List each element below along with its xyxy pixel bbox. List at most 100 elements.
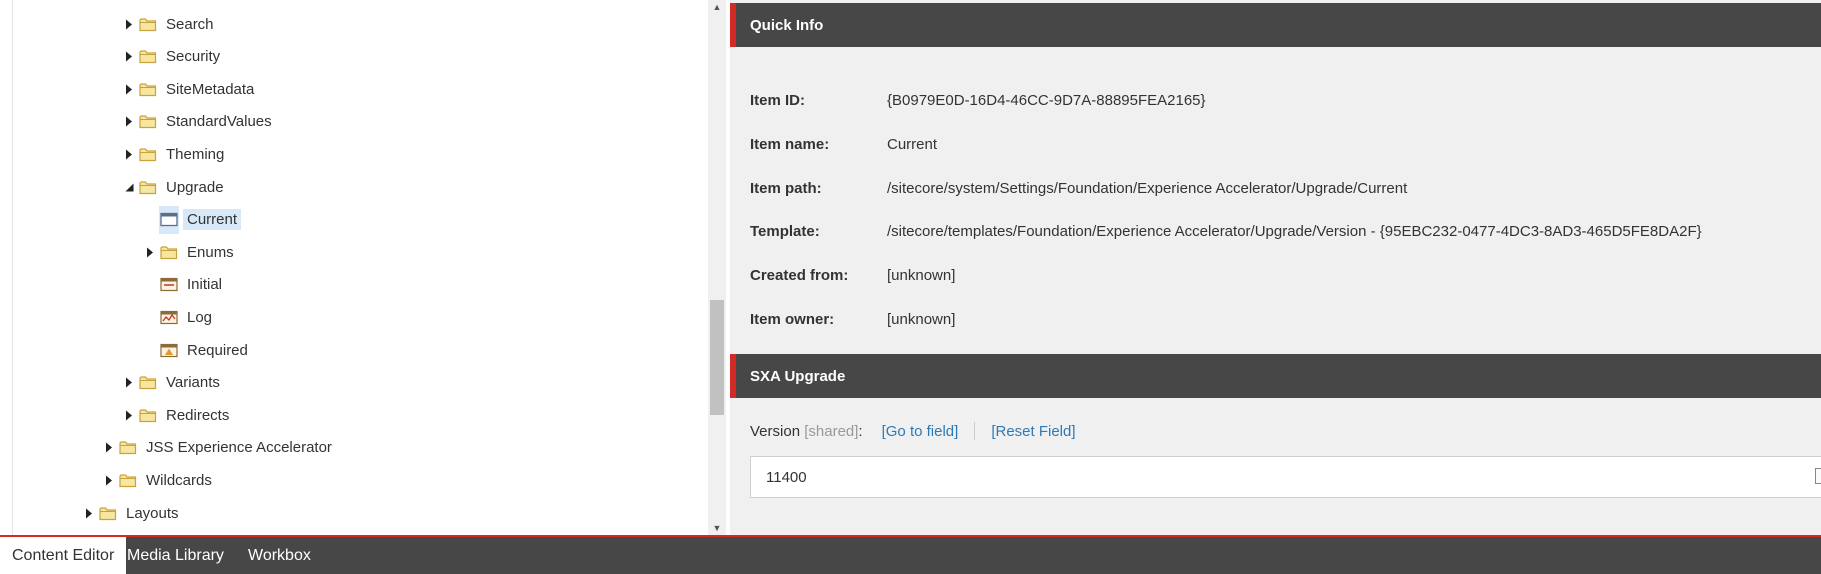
tree-item-label: Security (166, 48, 221, 66)
tree-item-upgrade[interactable]: Upgrade (120, 173, 228, 201)
info-value: /sitecore/templates/Foundation/Experienc… (887, 222, 1702, 240)
folder-icon (118, 466, 138, 494)
tree-item-enums[interactable]: Enums (141, 238, 238, 266)
template-icon (159, 205, 179, 234)
link-separator (974, 422, 976, 440)
expand-arrow-icon[interactable] (80, 499, 98, 527)
info-value: [unknown] (887, 310, 956, 328)
expand-arrow-icon[interactable] (120, 401, 138, 429)
tree-item-search[interactable]: Search (120, 10, 218, 38)
sxa-upgrade-title: SXA Upgrade (750, 367, 846, 385)
expand-arrow-icon[interactable] (120, 43, 138, 71)
shared-tag: [shared] (804, 422, 859, 440)
tree-item-label: JSS Experience Accelerator (146, 439, 332, 457)
info-row-item-owner: Item owner: [unknown] (750, 308, 955, 330)
expand-arrow-icon[interactable] (120, 75, 138, 103)
tree-item-label: Redirects (166, 406, 230, 424)
info-key: Item path: (750, 179, 822, 197)
info-key: Item owner: (750, 310, 835, 328)
tree-item-redirects[interactable]: Redirects (120, 401, 233, 429)
version-field-header: Version [shared] : [Go to field] [Reset … (750, 422, 1076, 440)
folder-icon (138, 140, 158, 168)
tree-item-security[interactable]: Security (120, 43, 224, 71)
collapse-arrow-icon[interactable] (120, 173, 138, 201)
tree-item-sitemetadata[interactable]: SiteMetadata (120, 75, 258, 103)
folder-icon (138, 401, 158, 429)
folder-icon (138, 75, 158, 103)
info-value: [unknown] (887, 266, 956, 284)
version-value: 11400 (766, 468, 807, 486)
info-key: Template: (750, 222, 820, 240)
tree-item-jss-experience-accelerator[interactable]: JSS Experience Accelerator (100, 434, 336, 462)
tree-item-label: Wildcards (146, 471, 212, 489)
folder-icon (138, 369, 158, 397)
tree-item-label: Variants (166, 374, 220, 392)
scroll-up-arrow[interactable]: ▲ (708, 0, 726, 14)
scroll-thumb[interactable] (710, 300, 724, 415)
info-value: {B0979E0D-16D4-46CC-9D7A-88895FEA2165} (887, 91, 1206, 109)
tree-item-label: Theming (166, 145, 225, 163)
tree-item-label: Search (166, 15, 214, 33)
tree-item-initial[interactable]: Initial (141, 271, 226, 299)
expand-arrow-icon[interactable] (120, 140, 138, 168)
tree-item-label: Log (187, 308, 213, 326)
expand-arrow-icon[interactable] (120, 10, 138, 38)
tree-item-theming[interactable]: Theming (120, 140, 228, 168)
info-value: Current (887, 135, 938, 153)
info-row-created-from: Created from: [unknown] (750, 264, 955, 286)
scroll-down-arrow[interactable]: ▼ (708, 521, 726, 535)
folder-icon (138, 10, 158, 38)
tree-item-label: Upgrade (166, 178, 224, 196)
folder-icon (138, 173, 158, 201)
quick-info-header[interactable]: Quick Info (730, 3, 1821, 47)
info-key: Item ID: (750, 91, 806, 109)
tab-content-editor[interactable]: Content Editor (0, 537, 127, 574)
tree-item-label: Required (187, 341, 248, 359)
tree-item-standardvalues[interactable]: StandardValues (120, 108, 276, 136)
reset-field-link[interactable]: [Reset Field] (991, 423, 1075, 440)
folder-icon (118, 434, 138, 462)
expand-arrow-icon[interactable] (120, 369, 138, 397)
folder-icon (138, 43, 158, 71)
tree-scrollbar[interactable]: ▲ ▼ (708, 0, 726, 535)
tree-item-required[interactable]: Required (141, 336, 252, 364)
info-key: Created from: (750, 266, 849, 284)
tree-item-label: StandardValues (166, 113, 272, 131)
content-tree: Search Security SiteMetadata StandardValues… (0, 0, 710, 535)
tree-item-label: Layouts (126, 504, 179, 522)
tree-item-label: Enums (187, 243, 234, 261)
edit-field-icon[interactable] (1815, 468, 1821, 484)
quick-info-title: Quick Info (750, 16, 824, 34)
tree-item-log[interactable]: Log (141, 303, 216, 331)
tree-item-current[interactable]: Current (141, 205, 242, 234)
go-to-field-link[interactable]: [Go to field] (882, 423, 959, 440)
field-label-colon: : (858, 422, 863, 440)
tree-item-layouts[interactable]: Layouts (80, 499, 183, 527)
folder-icon (98, 499, 118, 527)
expand-arrow-icon[interactable] (100, 466, 118, 494)
tab-workbox[interactable]: Workbox (236, 537, 323, 574)
expand-arrow-icon[interactable] (120, 108, 138, 136)
info-row-item-path: Item path: /sitecore/system/Settings/Fou… (750, 177, 1407, 199)
sxa-upgrade-header[interactable]: SXA Upgrade (730, 354, 1821, 398)
initial-item-icon (159, 271, 179, 299)
info-value: /sitecore/system/Settings/Foundation/Exp… (887, 179, 1408, 197)
tab-label: Content Editor (12, 546, 115, 564)
info-key: Item name: (750, 135, 830, 153)
tab-media-library[interactable]: Media Library (115, 537, 236, 574)
tree-item-label: Initial (187, 276, 223, 294)
item-editor: Quick Info Item ID: {B0979E0D-16D4-46CC-… (730, 0, 1821, 535)
tree-item-wildcards[interactable]: Wildcards (100, 466, 216, 494)
folder-icon (138, 108, 158, 136)
version-field-label: Version (750, 422, 801, 440)
expand-arrow-icon[interactable] (100, 434, 118, 462)
version-input[interactable]: 11400 (750, 456, 1821, 498)
info-row-item-name: Item name: Current (750, 133, 937, 155)
tree-indent-guide (12, 0, 13, 535)
tree-item-variants[interactable]: Variants (120, 369, 224, 397)
expand-arrow-icon[interactable] (141, 238, 159, 266)
required-item-icon (159, 336, 179, 364)
